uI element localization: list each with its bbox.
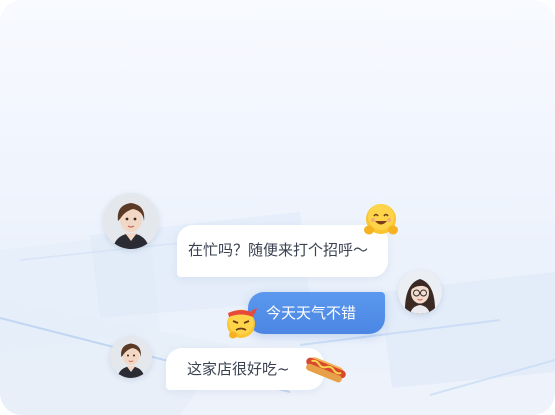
message-text: 今天天气不错 bbox=[266, 304, 357, 322]
message-text: 在忙吗？随便来打个招呼～ bbox=[188, 241, 369, 259]
woman-short-hair-avatar-icon bbox=[110, 336, 152, 378]
message-text: 这家店很好吃~ bbox=[187, 360, 290, 378]
receiver-avatar[interactable] bbox=[398, 270, 442, 314]
sender-avatar[interactable] bbox=[103, 193, 159, 249]
chat-illustration-card: 在忙吗？随便来打个招呼～ 今天天气不错 这家店很好吃~ bbox=[0, 0, 555, 415]
message-bubble-outgoing[interactable]: 今天天气不错 bbox=[248, 292, 385, 334]
hugging-face-emoji-icon bbox=[363, 203, 399, 239]
hot-dog-emoji-icon bbox=[304, 351, 348, 385]
message-bubble-incoming[interactable]: 这家店很好吃~ bbox=[166, 348, 324, 390]
sender-avatar[interactable] bbox=[110, 336, 152, 378]
annoyed-face-emoji-icon bbox=[223, 305, 259, 341]
message-bubble-incoming[interactable]: 在忙吗？随便来打个招呼～ bbox=[177, 225, 388, 277]
woman-glasses-long-hair-avatar-icon bbox=[398, 270, 442, 314]
woman-short-hair-avatar-icon bbox=[103, 193, 159, 249]
